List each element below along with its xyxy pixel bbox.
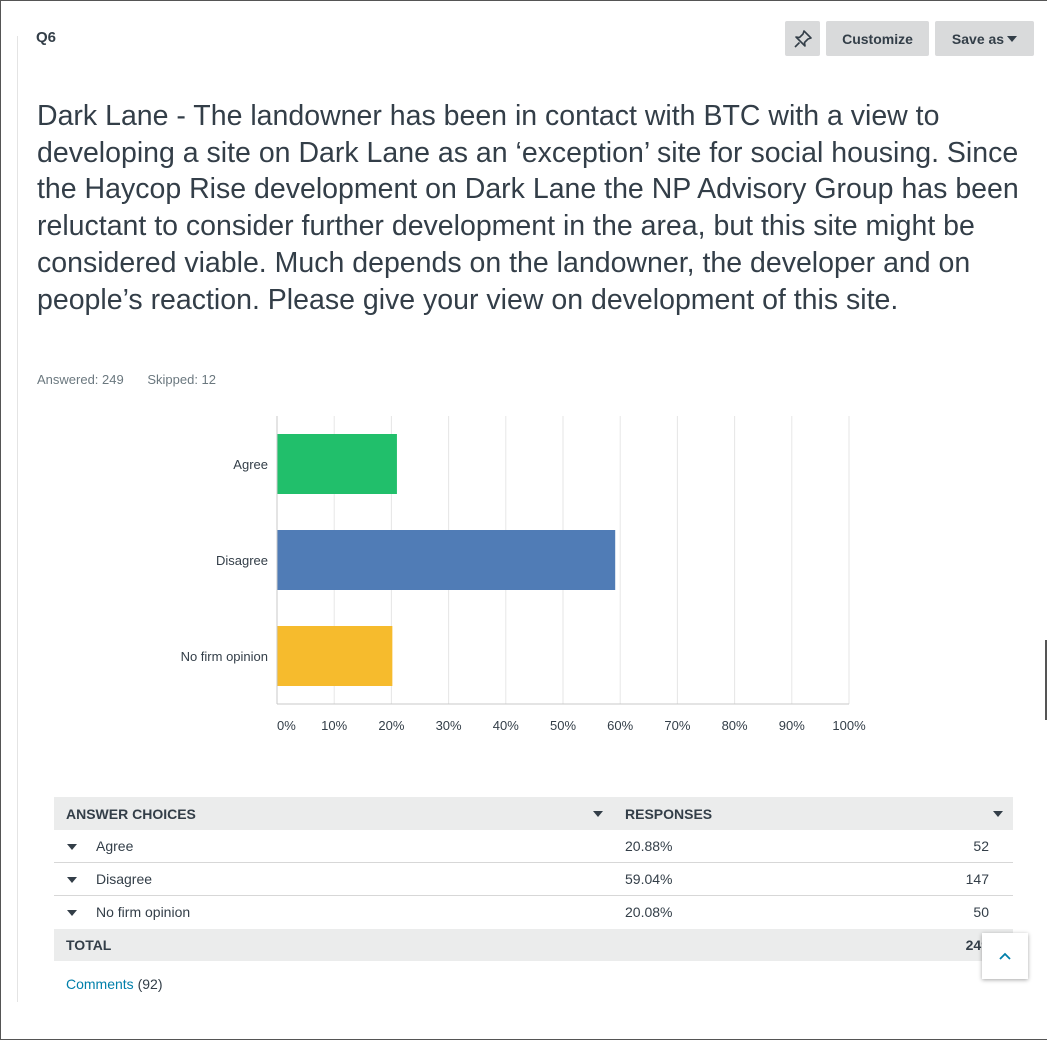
x-tick-label: 0% [277, 718, 296, 733]
comments-link[interactable]: Comments [66, 976, 134, 992]
x-tick-label: 80% [722, 718, 748, 733]
x-tick-label: 40% [493, 718, 519, 733]
x-tick-label: 70% [664, 718, 690, 733]
choice-count: 147 [965, 871, 989, 887]
table-row: Disagree 59.04% 147 [54, 863, 1013, 896]
x-tick-label: 100% [832, 718, 866, 733]
choice-percent: 20.08% [625, 904, 673, 920]
choice-percent: 20.88% [625, 838, 673, 854]
responses-header[interactable]: RESPONSES [625, 806, 712, 822]
table-header: ANSWER CHOICES RESPONSES [54, 797, 1013, 830]
x-tick-label: 90% [779, 718, 805, 733]
comments-count: (92) [137, 976, 163, 992]
x-tick-label: 50% [550, 718, 576, 733]
scroll-to-top-button[interactable] [982, 933, 1028, 979]
bar-disagree[interactable] [277, 530, 616, 590]
sort-caret-icon[interactable] [993, 811, 1003, 817]
x-tick-label: 60% [607, 718, 633, 733]
responses-table: ANSWER CHOICES RESPONSES Agree 20.88% 52… [54, 797, 1013, 961]
answer-choices-header[interactable]: ANSWER CHOICES [66, 806, 196, 822]
bar-no-firm-opinion[interactable] [277, 626, 393, 686]
expand-caret-icon[interactable] [67, 910, 77, 916]
x-tick-label: 30% [436, 718, 462, 733]
choice-percent: 59.04% [625, 871, 673, 887]
table-row: No firm opinion 20.08% 50 [54, 896, 1013, 929]
table-row: Agree 20.88% 52 [54, 830, 1013, 863]
total-label: TOTAL [66, 937, 112, 953]
category-label: Agree [233, 457, 268, 472]
choice-label: Agree [96, 838, 134, 854]
category-label: No firm opinion [181, 649, 268, 664]
bar-chart: 0% 10% 20% 30% 40% 50% 60% 70% 80% 90% 100% Agree Di… [181, 416, 866, 733]
table-total-row: TOTAL 249 [54, 929, 1013, 961]
comments-section: Comments (92) [66, 976, 162, 992]
expand-caret-icon[interactable] [67, 877, 77, 883]
choice-count: 52 [973, 838, 989, 854]
chevron-up-icon [999, 952, 1011, 960]
expand-caret-icon[interactable] [67, 844, 77, 850]
choice-label: Disagree [96, 871, 153, 887]
category-label: Disagree [216, 553, 268, 568]
x-tick-label: 20% [378, 718, 404, 733]
x-tick-label: 10% [321, 718, 347, 733]
bar-agree[interactable] [277, 434, 397, 494]
choice-count: 50 [973, 904, 989, 920]
sort-caret-icon[interactable] [593, 811, 603, 817]
choice-label: No firm opinion [96, 904, 191, 920]
